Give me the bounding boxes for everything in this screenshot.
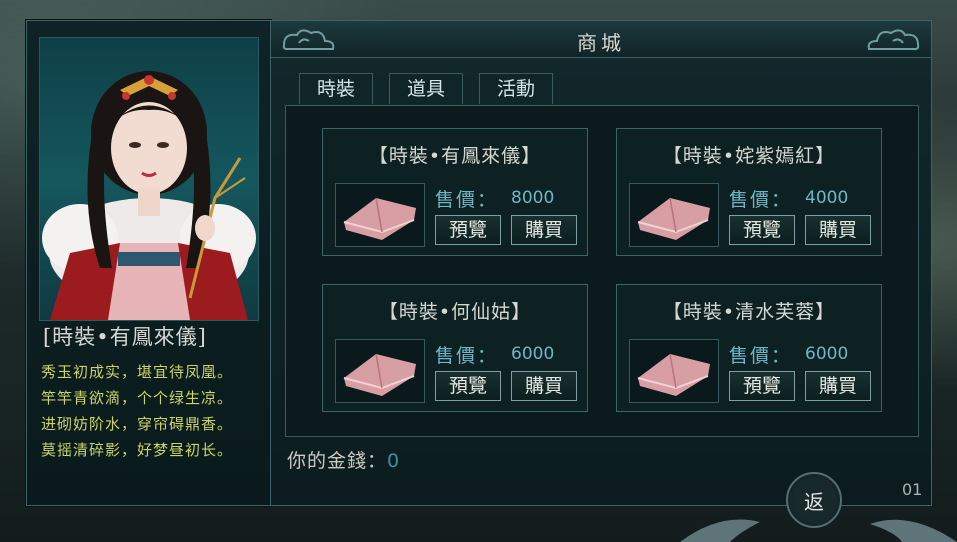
- item-title: 【時裝•何仙姑】: [378, 301, 532, 323]
- item-description-poem: 秀玉初成实，堪宜待凤凰。 竿竿青欲滴，个个绿生凉。 进砌妨阶水，穿帘碍鼎香。 莫…: [41, 359, 261, 463]
- shop-item-card: 【時裝•何仙姑】 售價： 6000 預覽 購買: [322, 284, 588, 412]
- shop-item-card: 【時裝•有鳳來儀】 售價： 8000 預覽 購買: [322, 128, 588, 256]
- poem-line: 竿竿青欲滴，个个绿生凉。: [41, 389, 234, 407]
- money-label: 你的金錢：: [287, 450, 388, 472]
- poem-line: 进砌妨阶水，穿帘碍鼎香。: [41, 415, 234, 433]
- money-display: 你的金錢：0: [287, 446, 400, 473]
- page-title: 商城: [577, 31, 625, 55]
- preview-button[interactable]: 預覽: [435, 371, 501, 401]
- back-button[interactable]: 返: [786, 472, 842, 528]
- price-label: 售價：: [729, 345, 793, 367]
- item-title: 【時裝•姹紫嫣紅】: [662, 145, 836, 167]
- poem-line: 莫摇清碎影，好梦昼初长。: [41, 441, 234, 459]
- price-value: 6000: [511, 344, 555, 364]
- item-title: 【時裝•清水芙蓉】: [662, 301, 836, 323]
- tab-events[interactable]: 活動: [479, 73, 553, 104]
- money-value: 0: [387, 450, 401, 472]
- price-label: 售價：: [435, 189, 499, 211]
- price-value: 8000: [511, 188, 555, 208]
- pink-robe-icon: [629, 183, 719, 247]
- price-label: 售價：: [729, 189, 793, 211]
- preview-button[interactable]: 預覽: [435, 215, 501, 245]
- tab-items[interactable]: 道具: [389, 73, 463, 104]
- tab-fashion[interactable]: 時裝: [299, 73, 373, 104]
- item-grid: 【時裝•有鳳來儀】 售價： 8000 預覽 購買 【時裝•姹紫嫣紅】 售價： 4…: [285, 105, 919, 437]
- character-portrait: [39, 37, 259, 321]
- pink-robe-icon: [335, 183, 425, 247]
- poem-line: 秀玉初成实，堪宜待凤凰。: [41, 363, 234, 381]
- shop-panel: 商城 時裝 道具 活動 【時裝•有鳳來儀】 售價： 8000 預覽 購買 【時裝…: [270, 20, 932, 506]
- preview-button[interactable]: 預覽: [729, 215, 795, 245]
- pink-robe-icon: [629, 339, 719, 403]
- title-bar: 商城: [271, 21, 931, 58]
- shop-item-card: 【時裝•清水芙蓉】 售價： 6000 預覽 購買: [616, 284, 882, 412]
- shop-item-card: 【時裝•姹紫嫣紅】 售價： 4000 預覽 購買: [616, 128, 882, 256]
- buy-button[interactable]: 購買: [511, 215, 577, 245]
- detail-panel: [時裝•有鳳來儀] 秀玉初成实，堪宜待凤凰。 竿竿青欲滴，个个绿生凉。 进砌妨阶…: [26, 20, 271, 506]
- detail-item-name: [時裝•有鳳來儀]: [43, 325, 207, 349]
- page-number: 01: [902, 480, 923, 499]
- price-value: 4000: [805, 188, 849, 208]
- buy-button[interactable]: 購買: [805, 215, 871, 245]
- buy-button[interactable]: 購買: [805, 371, 871, 401]
- pink-robe-icon: [335, 339, 425, 403]
- buy-button[interactable]: 購買: [511, 371, 577, 401]
- cloud-icon: [867, 29, 920, 50]
- price-label: 售價：: [435, 345, 499, 367]
- item-title: 【時裝•有鳳來儀】: [368, 145, 542, 167]
- preview-button[interactable]: 預覽: [729, 371, 795, 401]
- price-value: 6000: [805, 344, 849, 364]
